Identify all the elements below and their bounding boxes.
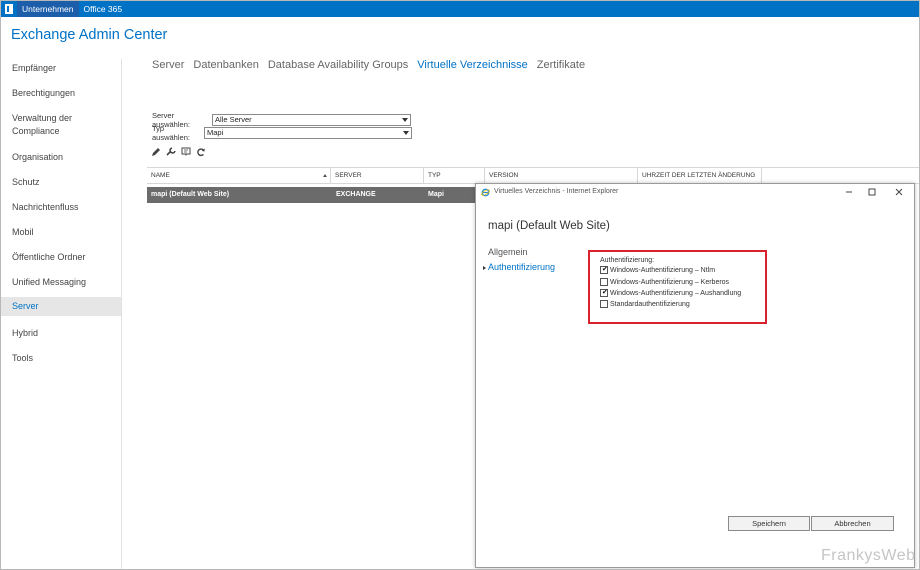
virtual-directory-dialog: Virtuelles Verzeichnis - Internet Explor… [475, 183, 915, 568]
authentication-settings-box: Authentifizierung: ✔ Windows-Authentifiz… [588, 250, 767, 324]
auth-option-aushandlung[interactable]: ✔ Windows-Authentifizierung – Aushandlun… [600, 289, 741, 297]
type-select-label: Typ auswählen: [152, 124, 190, 142]
checkmark-icon: ✔ [602, 289, 608, 296]
remote-icon[interactable] [181, 147, 191, 157]
dialog-window-title: Virtuelles Verzeichnis - Internet Explor… [494, 188, 619, 195]
sidebar-item-server[interactable]: Server [1, 297, 121, 316]
dialog-nav-allgemein[interactable]: Allgemein [488, 247, 528, 257]
tab-datenbanken[interactable]: Datenbanken [193, 59, 258, 71]
tab-zertifikate[interactable]: Zertifikate [537, 59, 585, 71]
checkbox-ntlm[interactable]: ✔ [600, 266, 608, 274]
tab-dag[interactable]: Database Availability Groups [268, 59, 408, 71]
edit-icon[interactable] [151, 147, 161, 157]
cancel-button[interactable]: Abbrechen [811, 516, 894, 531]
chevron-down-icon [403, 131, 409, 135]
column-header-name-label: NAME [151, 172, 170, 179]
auth-option-ntlm-label: Windows-Authentifizierung – Ntlm [610, 266, 716, 274]
selected-section-arrow-icon [483, 266, 486, 270]
sidebar-item-oeffentliche-ordner[interactable]: Öffentliche Ordner [1, 251, 121, 264]
column-header-version[interactable]: VERSION [485, 168, 638, 184]
authentication-label: Authentifizierung: [600, 257, 655, 264]
exchange-admin-page: Unternehmen Office 365 Exchange Admin Ce… [0, 0, 920, 570]
sidebar: Empfänger Berechtigungen Verwaltung der … [1, 59, 122, 569]
save-button[interactable]: Speichern [728, 516, 810, 531]
tab-server[interactable]: Server [152, 59, 184, 71]
top-navigation-bar: Unternehmen Office 365 [1, 1, 919, 17]
topnav-link-office365[interactable]: Office 365 [79, 1, 128, 17]
internet-explorer-icon [481, 188, 490, 197]
sidebar-item-mobil[interactable]: Mobil [1, 226, 121, 239]
dialog-heading: mapi (Default Web Site) [488, 220, 610, 232]
row-name-cell: mapi (Default Web Site) [151, 191, 230, 198]
checkmark-icon: ✔ [602, 266, 608, 273]
auth-option-aushandlung-label: Windows-Authentifizierung – Aushandlung [610, 289, 742, 297]
dialog-nav-authentifizierung[interactable]: Authentifizierung [488, 262, 555, 272]
sidebar-item-compliance[interactable]: Verwaltung der Compliance [1, 112, 91, 138]
list-toolbar [151, 147, 206, 157]
table-row[interactable]: mapi (Default Web Site) EXCHANGE Mapi [147, 187, 477, 203]
column-header-server[interactable]: SERVER [331, 168, 424, 184]
grid-header: NAME SERVER TYP VERSION UHRZEIT DER LETZ… [147, 167, 919, 184]
auth-option-standard-label: Standardauthentifizierung [610, 300, 690, 308]
sidebar-item-unified-messaging[interactable]: Unified Messaging [1, 276, 121, 289]
auth-option-ntlm[interactable]: ✔ Windows-Authentifizierung – Ntlm [600, 266, 715, 274]
type-filter-row: Typ auswählen: Mapi [152, 124, 412, 142]
type-select[interactable]: Mapi [204, 127, 412, 139]
column-header-name[interactable]: NAME [147, 168, 331, 184]
sidebar-item-organisation[interactable]: Organisation [1, 151, 121, 164]
server-tabs: Server Datenbanken Database Availability… [152, 59, 585, 71]
close-icon[interactable] [893, 186, 905, 198]
maximize-icon[interactable] [866, 186, 878, 198]
sidebar-item-hybrid[interactable]: Hybrid [1, 327, 121, 340]
chevron-down-icon [402, 118, 408, 122]
sidebar-item-tools[interactable]: Tools [1, 352, 121, 365]
sidebar-item-schutz[interactable]: Schutz [1, 176, 121, 189]
checkbox-standard[interactable] [600, 300, 608, 308]
watermark-text: FrankysWeb [821, 547, 916, 564]
auth-option-kerberos-label: Windows-Authentifizierung – Kerberos [610, 278, 730, 286]
sidebar-item-berechtigungen[interactable]: Berechtigungen [1, 87, 121, 100]
app-title: Exchange Admin Center [11, 27, 168, 43]
refresh-icon[interactable] [196, 147, 206, 157]
type-select-value: Mapi [207, 128, 224, 137]
checkbox-aushandlung[interactable]: ✔ [600, 289, 608, 297]
tab-virtuelle-verzeichnisse[interactable]: Virtuelle Verzeichnisse [417, 59, 527, 71]
server-select-value: Alle Server [215, 115, 252, 124]
auth-option-kerberos[interactable]: Windows-Authentifizierung – Kerberos [600, 278, 729, 286]
office-logo-icon[interactable] [1, 1, 17, 17]
row-typ-cell: Mapi [428, 191, 444, 198]
minimize-icon[interactable] [843, 186, 855, 198]
sidebar-item-empfaenger[interactable]: Empfänger [1, 62, 121, 75]
sidebar-item-nachrichtenfluss[interactable]: Nachrichtenfluss [1, 201, 121, 214]
topnav-link-unternehmen[interactable]: Unternehmen [17, 1, 79, 17]
column-header-last-change[interactable]: UHRZEIT DER LETZTEN ÄNDERUNG [638, 168, 762, 184]
wrench-icon[interactable] [166, 147, 176, 157]
auth-option-standard[interactable]: Standardauthentifizierung [600, 300, 690, 308]
checkbox-kerberos[interactable] [600, 278, 608, 286]
sort-ascending-icon [323, 174, 327, 177]
dialog-titlebar: Virtuelles Verzeichnis - Internet Explor… [476, 184, 914, 201]
row-server-cell: EXCHANGE [336, 191, 376, 198]
column-header-typ[interactable]: TYP [424, 168, 485, 184]
